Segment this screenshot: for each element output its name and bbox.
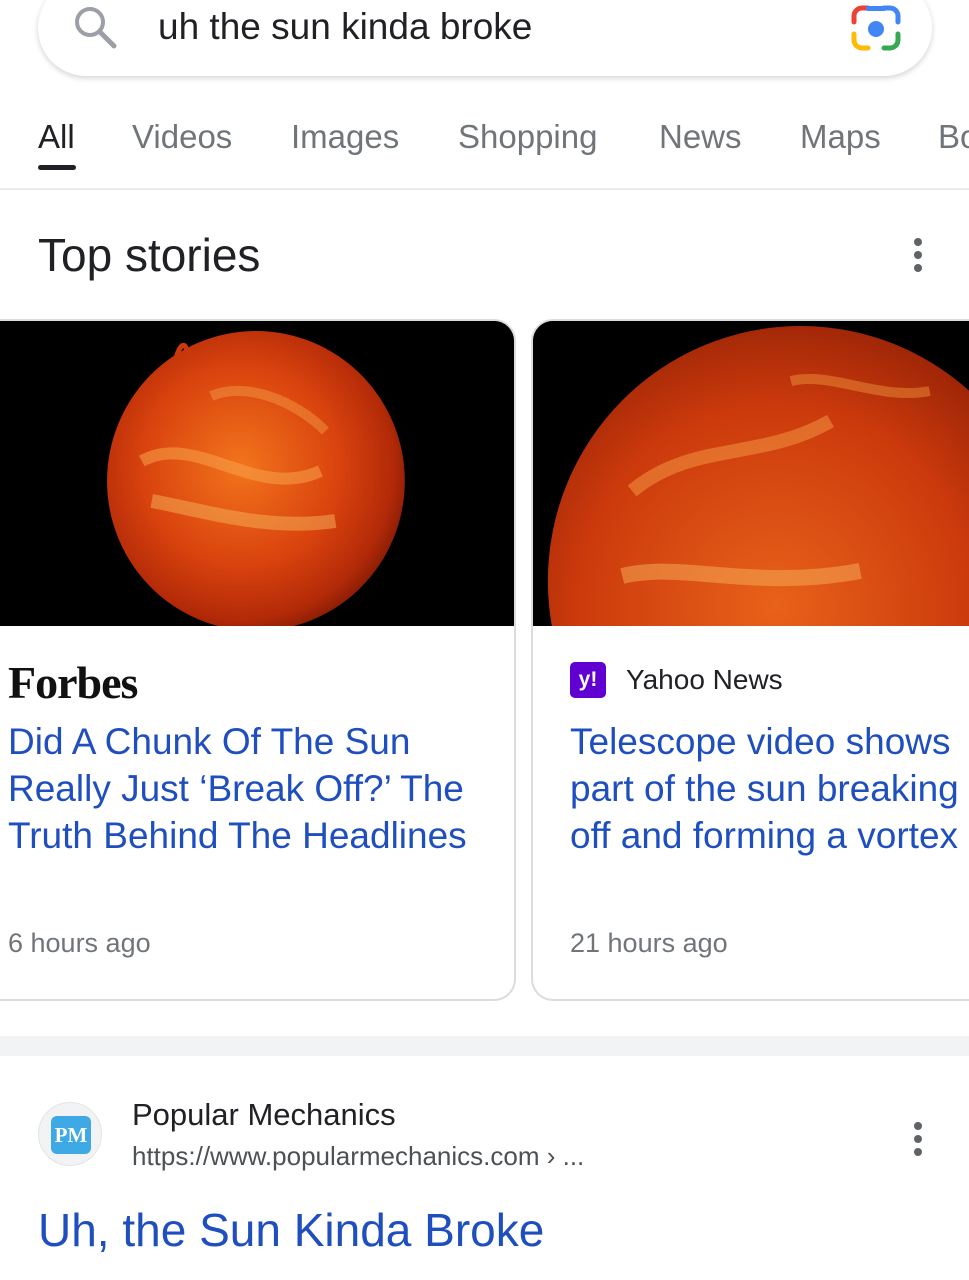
section-divider	[0, 1036, 969, 1056]
more-vert-icon[interactable]	[913, 1122, 923, 1162]
tab-maps[interactable]: Maps	[800, 118, 881, 156]
tab-shopping[interactable]: Shopping	[458, 118, 597, 156]
active-tab-indicator	[38, 165, 76, 170]
story-headline[interactable]: Telescope video shows part of the sun br…	[570, 718, 969, 859]
headline-line: Telescope video shows	[570, 721, 951, 762]
tab-news[interactable]: News	[659, 118, 742, 156]
tab-books[interactable]: Bo	[938, 118, 969, 156]
search-tabs: All Videos Images Shopping News Maps Bo	[0, 100, 969, 190]
result-url[interactable]: https://www.popularmechanics.com › ...	[132, 1141, 584, 1172]
pm-logo: PM	[51, 1116, 91, 1154]
site-favicon: PM	[38, 1102, 102, 1166]
tab-all[interactable]: All	[38, 118, 75, 156]
sun-image	[533, 321, 969, 626]
forbes-logo: Forbes	[8, 657, 138, 708]
search-icon[interactable]	[72, 4, 118, 50]
headline-line: part of the sun breaking	[570, 768, 959, 809]
tab-images[interactable]: Images	[291, 118, 399, 156]
result-title-link[interactable]: Uh, the Sun Kinda Broke	[38, 1203, 544, 1257]
result-site-name[interactable]: Popular Mechanics	[132, 1097, 396, 1133]
yahoo-logo: y!	[570, 662, 606, 698]
more-vert-icon[interactable]	[913, 238, 923, 278]
story-headline[interactable]: Did A Chunk Of The Sun Really Just ‘Brea…	[8, 718, 498, 859]
story-timestamp: 6 hours ago	[8, 928, 151, 958]
section-title: Top stories	[38, 229, 261, 281]
search-input[interactable]: uh the sun kinda broke	[158, 6, 532, 48]
google-lens-icon[interactable]	[850, 2, 902, 54]
search-bar[interactable]: uh the sun kinda broke	[38, 0, 932, 76]
story-source: Yahoo News	[626, 664, 783, 695]
story-card[interactable]	[531, 319, 969, 1001]
headline-line: off and forming a vortex	[570, 815, 959, 856]
sun-image	[0, 321, 514, 626]
story-timestamp: 21 hours ago	[570, 928, 728, 958]
tab-videos[interactable]: Videos	[132, 118, 232, 156]
